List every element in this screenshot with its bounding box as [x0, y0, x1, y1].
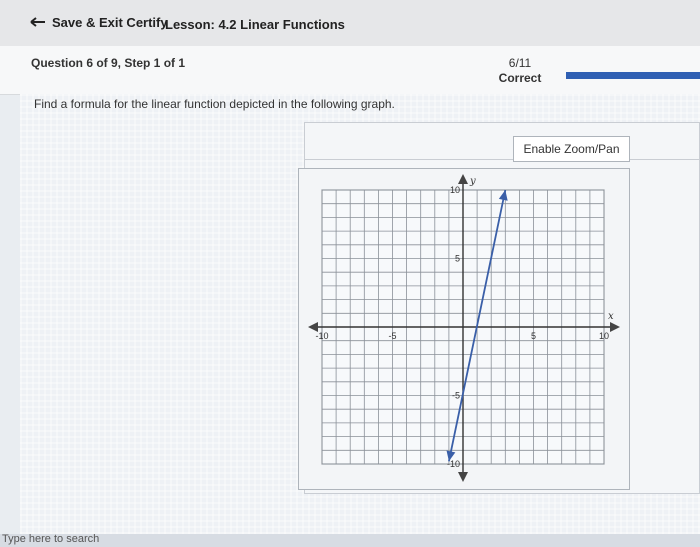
- save-exit-button[interactable]: Save & Exit Certify: [30, 12, 168, 32]
- y-tick-label: 10: [450, 185, 460, 195]
- back-arrow-icon: [30, 17, 45, 27]
- y-tick-label: 5: [455, 254, 460, 264]
- question-prompt: Find a formula for the linear function d…: [34, 97, 395, 111]
- y-axis-label: y: [469, 176, 476, 187]
- score-box: 6/11 Correct: [498, 56, 542, 86]
- graph-panel-divider: [305, 159, 699, 160]
- taskbar-search-input[interactable]: Type here to search: [2, 533, 99, 545]
- x-axis-right-arrow-icon: [610, 322, 620, 332]
- y-tick-label: -5: [452, 391, 460, 401]
- y-axis-down-arrow-icon: [458, 472, 468, 482]
- progress-fill: [566, 72, 700, 79]
- x-tick-label: 5: [531, 331, 536, 341]
- lesson-title: Lesson: 4.2 Linear Functions: [165, 17, 345, 32]
- score-status: Correct: [498, 71, 542, 85]
- x-tick-label: 10: [599, 331, 609, 341]
- question-label: Question 6 of 9, Step 1 of 1: [31, 56, 186, 70]
- enable-zoom-pan-button[interactable]: Enable Zoom/Pan: [513, 136, 630, 162]
- question-header: Question 6 of 9, Step 1 of 1 6/11 Correc…: [0, 46, 700, 95]
- top-bar: Save & Exit Certify Lesson: 4.2 Linear F…: [0, 0, 700, 47]
- progress-bar: [566, 72, 700, 79]
- y-axis-up-arrow-icon: [458, 174, 468, 184]
- save-exit-label: Save & Exit Certify: [52, 14, 168, 30]
- x-tick-label: -10: [315, 331, 328, 341]
- taskbar: Type here to search: [0, 533, 700, 547]
- line-graph: xy-10 -5 5 10105-5-10: [308, 174, 620, 482]
- x-tick-label: -5: [388, 331, 396, 341]
- score-value: 6/11: [508, 56, 532, 70]
- x-axis-label: x: [608, 311, 614, 322]
